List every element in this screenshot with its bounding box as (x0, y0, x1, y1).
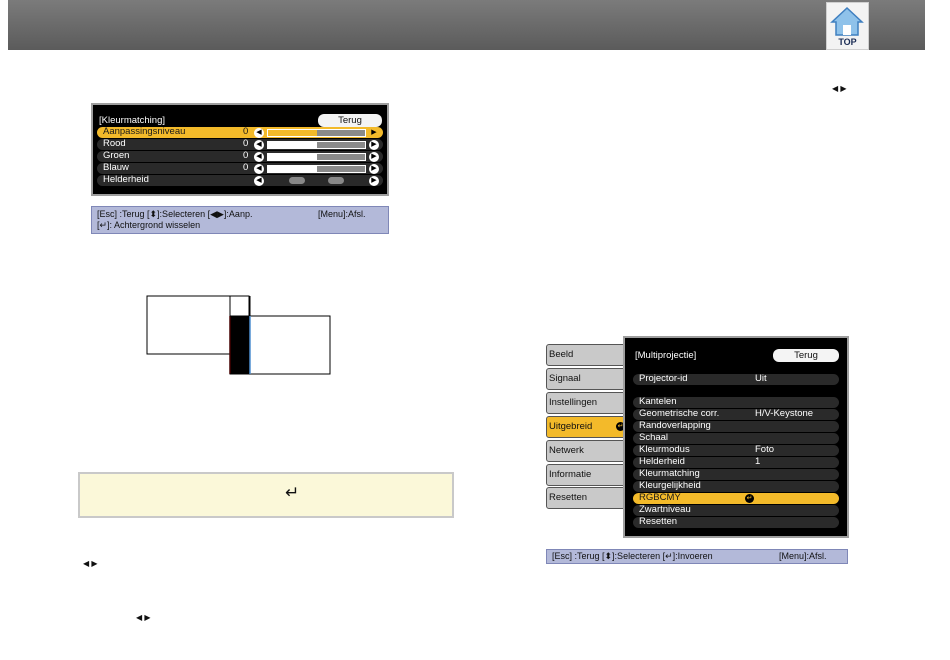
overlap-diagram (146, 295, 331, 375)
left-right-arrows-icon: ◀ ▶ (832, 84, 847, 93)
level-slider[interactable] (267, 129, 366, 137)
row-helderheid[interactable]: Helderheid 1 (633, 456, 839, 468)
brightness-minus-chip[interactable] (289, 177, 305, 184)
top-button[interactable]: TOP (826, 2, 869, 50)
sidebar-item-uitgebreid[interactable]: Uitgebreid ↵ (546, 416, 630, 438)
multiprojection-screen: [Multiprojectie] Terug Projector-id Uit … (623, 336, 849, 538)
row-schaal[interactable]: Schaal (633, 432, 839, 444)
row-zwartniveau[interactable]: Zwartniveau (633, 504, 839, 516)
arrow-left-icon[interactable]: ◀ (254, 176, 264, 186)
brightness-plus-chip[interactable] (328, 177, 344, 184)
color-matching-screen: [Kleurmatching] Terug Aanpassingsniveau … (91, 103, 389, 196)
green-slider[interactable] (267, 153, 366, 161)
sidebar-item-informatie[interactable]: Informatie (546, 464, 630, 486)
sidebar-item-beeld[interactable]: Beeld (546, 344, 630, 366)
sidebar-item-resetten[interactable]: Resetten (546, 487, 630, 509)
left-right-arrows-icon: ◀ ▶ (136, 613, 151, 622)
multiprojection-help-bar: [Esc] :Terug [⬍]:Selecteren [↵]:Invoeren… (546, 549, 848, 564)
screen-title: [Kleurmatching] (99, 115, 166, 126)
enter-icon: ↵ (745, 494, 754, 503)
sidebar-item-signaal[interactable]: Signaal (546, 368, 630, 390)
tip-box: ↵ (78, 472, 454, 518)
home-icon (830, 6, 864, 36)
top-label: TOP (838, 37, 857, 47)
sidebar-item-netwerk[interactable]: Netwerk (546, 440, 630, 462)
page-header (8, 0, 925, 50)
row-geometrische-corr[interactable]: Geometrische corr. H/V-Keystone (633, 408, 839, 420)
color-matching-help-bar: [Esc] :Terug [⬍]:Selecteren [◀▶]:Aanp. [… (91, 206, 389, 234)
sidebar-item-instellingen[interactable]: Instellingen (546, 392, 630, 414)
left-right-arrows-icon: ◀ ▶ (83, 559, 98, 568)
arrow-right-icon[interactable]: ▶ (369, 164, 379, 174)
row-resetten[interactable]: Resetten (633, 516, 839, 528)
arrow-left-icon[interactable]: ◀ (254, 164, 264, 174)
back-button[interactable]: Terug (773, 349, 839, 362)
blue-slider[interactable] (267, 165, 366, 173)
arrow-right-icon[interactable]: ▶ (369, 176, 379, 186)
arrow-right-icon[interactable]: ▶ (369, 128, 379, 138)
row-kleurgelijkheid[interactable]: Kleurgelijkheid (633, 480, 839, 492)
arrow-right-icon[interactable]: ▶ (369, 152, 379, 162)
arrow-left-icon[interactable]: ◀ (254, 152, 264, 162)
arrow-left-icon[interactable]: ◀ (254, 128, 264, 138)
row-kleurmatching[interactable]: Kleurmatching (633, 468, 839, 480)
red-slider[interactable] (267, 141, 366, 149)
row-rgbcmy[interactable]: RGBCMY ↵ (633, 492, 839, 504)
arrow-right-icon[interactable]: ▶ (369, 140, 379, 150)
back-button[interactable]: Terug (318, 114, 382, 127)
row-randoverlapping[interactable]: Randoverlapping (633, 420, 839, 432)
row-projector-id[interactable]: Projector-id Uit (633, 373, 839, 385)
row-kantelen[interactable]: Kantelen (633, 396, 839, 408)
screen-title: [Multiprojectie] (635, 350, 697, 361)
arrow-left-icon[interactable]: ◀ (254, 140, 264, 150)
row-kleurmodus[interactable]: Kleurmodus Foto (633, 444, 839, 456)
enter-icon: ↵ (285, 483, 300, 502)
